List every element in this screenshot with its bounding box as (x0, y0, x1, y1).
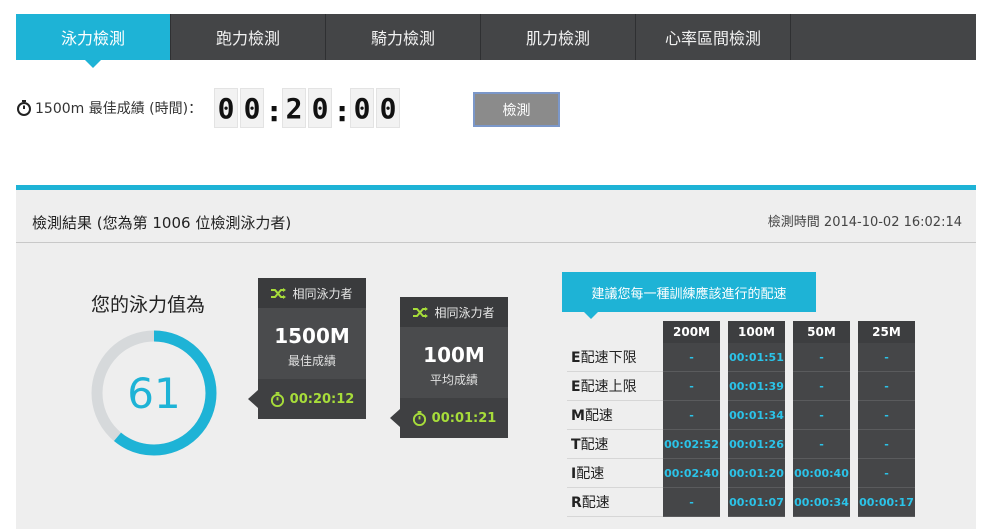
peer-average-card: 相同泳力者 100M 平均成績 00:01:21 (390, 297, 508, 438)
pace-cell: - (858, 343, 915, 372)
pace-row-label: E配速上限 (567, 372, 663, 401)
pace-cell: - (663, 372, 720, 401)
pace-cell: 00:00:40 (793, 459, 850, 488)
score-value: 61 (127, 368, 181, 418)
tab-swim[interactable]: 泳力檢測 (16, 14, 171, 68)
pace-cell: - (793, 401, 850, 430)
card-distance: 1500M (274, 324, 350, 348)
pace-advice-banner: 建議您每一種訓練應該進行的配速 (562, 272, 816, 319)
seconds-tens-digit[interactable]: 0 (350, 88, 375, 128)
pace-cell: - (663, 343, 720, 372)
pace-table-header-row: 200M 100M 50M 25M (567, 321, 915, 343)
best-time-label: 1500m 最佳成績 (時間)： (35, 101, 203, 117)
peer-best-card: 相同泳力者 1500M 最佳成績 00:20:12 (248, 278, 366, 419)
pace-cell: - (858, 430, 915, 459)
pace-column-header: 100M (728, 321, 785, 343)
minutes-ones-digit[interactable]: 0 (308, 88, 333, 128)
time-input-row: 1500m 最佳成績 (時間)： 0 0 : 2 0 : 0 0 (16, 84, 402, 132)
hours-tens-digit[interactable]: 0 (214, 88, 239, 128)
pace-cell: 00:01:51 (728, 343, 785, 372)
pace-cell: 00:02:52 (663, 430, 720, 459)
pace-cell: - (858, 459, 915, 488)
pace-column-header: 25M (858, 321, 915, 343)
pace-cell: - (858, 372, 915, 401)
pace-row-label: I配速 (567, 459, 663, 488)
pace-cell: 00:00:34 (793, 488, 850, 517)
pace-column-header: 200M (663, 321, 720, 343)
pace-row-label: M配速 (567, 401, 663, 430)
check-button[interactable]: 檢測 (473, 92, 560, 127)
pace-cell: 00:00:17 (858, 488, 915, 517)
pace-row: M配速 - 00:01:34 - - (567, 401, 915, 430)
pace-cell: - (793, 430, 850, 459)
time-digits: 0 0 : 2 0 : 0 0 (214, 88, 402, 128)
card-time-value: 00:20:12 (289, 391, 355, 407)
pace-cell: - (663, 401, 720, 430)
tab-run[interactable]: 跑力檢測 (171, 14, 326, 60)
seconds-ones-digit[interactable]: 0 (376, 88, 401, 128)
pace-table: 200M 100M 50M 25M E配速下限 - 00:01:51 - - E… (567, 321, 915, 517)
card-time: 00:20:12 (248, 379, 366, 419)
pace-row: E配速下限 - 00:01:51 - - (567, 343, 915, 372)
stopwatch-icon (270, 391, 284, 407)
tab-strength[interactable]: 肌力檢測 (481, 14, 636, 60)
card-header: 相同泳力者 (400, 297, 508, 327)
pace-cell: - (793, 343, 850, 372)
minutes-tens-digit[interactable]: 2 (282, 88, 307, 128)
card-time: 00:01:21 (390, 398, 508, 438)
result-title: 檢測結果 (您為第 1006 位檢測泳力者) (32, 214, 292, 232)
pace-cell: - (793, 372, 850, 401)
pace-cell: 00:01:34 (728, 401, 785, 430)
card-subtitle: 平均成績 (429, 373, 478, 387)
pace-row: E配速上限 - 00:01:39 - - (567, 372, 915, 401)
time-separator: : (268, 95, 280, 128)
card-subtitle: 最佳成績 (287, 354, 336, 368)
card-header: 相同泳力者 (258, 278, 366, 308)
card-header-label: 相同泳力者 (292, 286, 353, 301)
pace-cell: 00:01:07 (728, 488, 785, 517)
pace-row: R配速 - 00:01:07 00:00:34 00:00:17 (567, 488, 915, 517)
shuffle-icon (271, 287, 287, 299)
pace-cell: - (858, 401, 915, 430)
sport-tab-bar: 泳力檢測 跑力檢測 騎力檢測 肌力檢測 心率區間檢測 (16, 14, 976, 68)
pace-cell: 00:01:26 (728, 430, 785, 459)
pace-row: T配速 00:02:52 00:01:26 - - (567, 430, 915, 459)
result-panel: 檢測結果 (您為第 1006 位檢測泳力者) 檢測時間 2014-10-02 1… (16, 185, 976, 529)
pace-column-header: 50M (793, 321, 850, 343)
divider (16, 242, 976, 243)
tab-heart-rate-zone[interactable]: 心率區間檢測 (636, 14, 791, 60)
card-time-value: 00:01:21 (431, 410, 497, 426)
hours-ones-digit[interactable]: 0 (240, 88, 265, 128)
pace-cell: 00:02:40 (663, 459, 720, 488)
pace-table-corner (567, 321, 663, 343)
pace-row-label: T配速 (567, 430, 663, 459)
pace-row-label: E配速下限 (567, 343, 663, 372)
pace-cell: 00:01:20 (728, 459, 785, 488)
time-separator: : (336, 95, 348, 128)
shuffle-icon (413, 306, 429, 318)
stopwatch-icon (412, 410, 426, 426)
test-timestamp: 檢測時間 2014-10-02 16:02:14 (767, 215, 962, 230)
pace-cell: 00:01:39 (728, 372, 785, 401)
pace-row-label: R配速 (567, 488, 663, 517)
card-distance: 100M (423, 343, 485, 367)
pace-row: I配速 00:02:40 00:01:20 00:00:40 - (567, 459, 915, 488)
tab-bike[interactable]: 騎力檢測 (326, 14, 481, 60)
score-label: 您的泳力值為 (91, 294, 206, 316)
stopwatch-icon (17, 100, 31, 116)
card-header-label: 相同泳力者 (434, 305, 495, 320)
pace-cell: - (663, 488, 720, 517)
